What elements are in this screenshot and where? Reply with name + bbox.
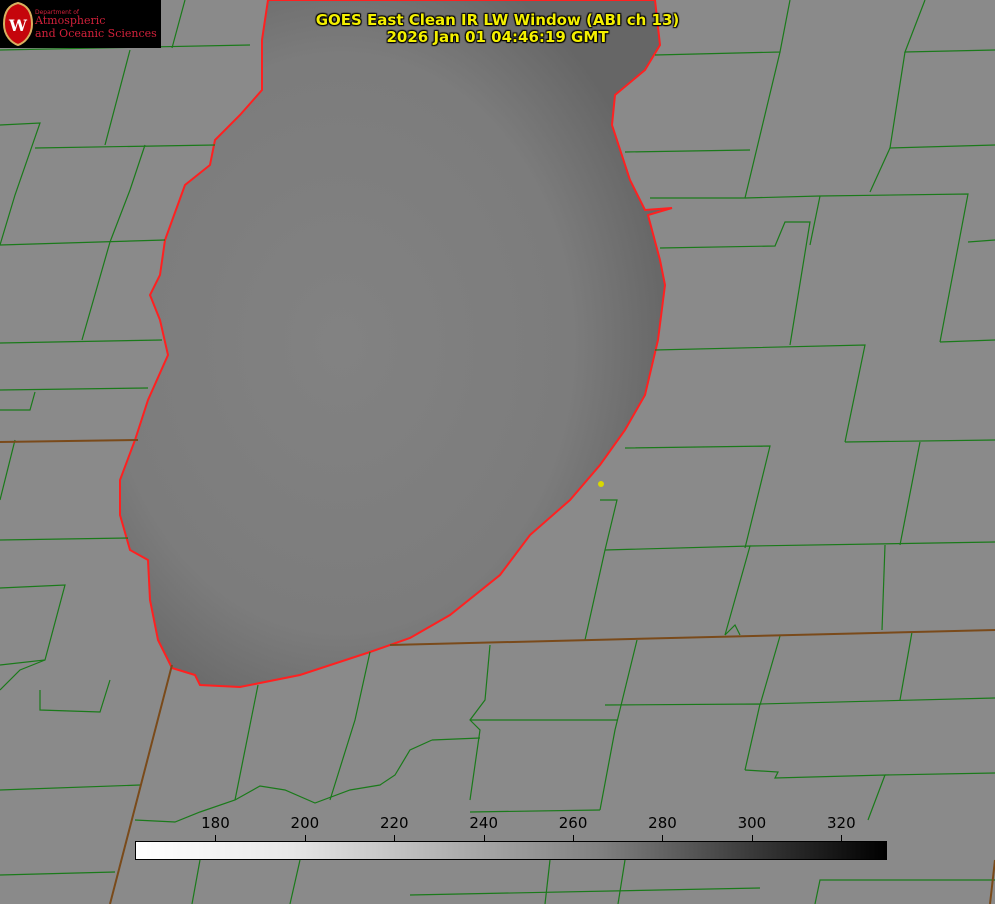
colorbar-tick-label: 200	[290, 814, 320, 832]
title-product: GOES East Clean IR LW Window (ABI ch 13)	[315, 11, 680, 29]
colorbar-tick-label: 220	[379, 814, 409, 832]
colorbar-tick-mark	[662, 835, 664, 841]
colorbar-tick-mark	[304, 835, 306, 841]
colorbar-tick-label: 240	[469, 814, 498, 832]
colorbar-tick-mark	[483, 835, 485, 841]
satellite-map	[0, 0, 995, 904]
colorbar-tick-mark	[215, 835, 217, 841]
lake-michigan	[119, 0, 673, 689]
colorbar-tick-mark	[573, 835, 575, 841]
colorbar-tick-mark	[394, 835, 396, 841]
title-timestamp: 2026 Jan 01 04:46:19 GMT	[386, 28, 609, 46]
colorbar-tick-label: 260	[558, 814, 588, 832]
colorbar-tick-label: 300	[737, 814, 767, 832]
location-marker	[598, 481, 604, 487]
colorbar-tick-label: 280	[648, 814, 677, 832]
colorbar-tick-label: 180	[201, 814, 230, 832]
colorbar-tick-mark	[751, 835, 753, 841]
colorbar-tick-label: 320	[826, 814, 856, 832]
colorbar	[135, 841, 887, 860]
satellite-image-viewer: W Department of Atmospheric and Oceanic …	[0, 0, 995, 904]
image-title: GOES East Clean IR LW Window (ABI ch 13)…	[0, 12, 995, 46]
colorbar-tick-mark	[841, 835, 843, 841]
